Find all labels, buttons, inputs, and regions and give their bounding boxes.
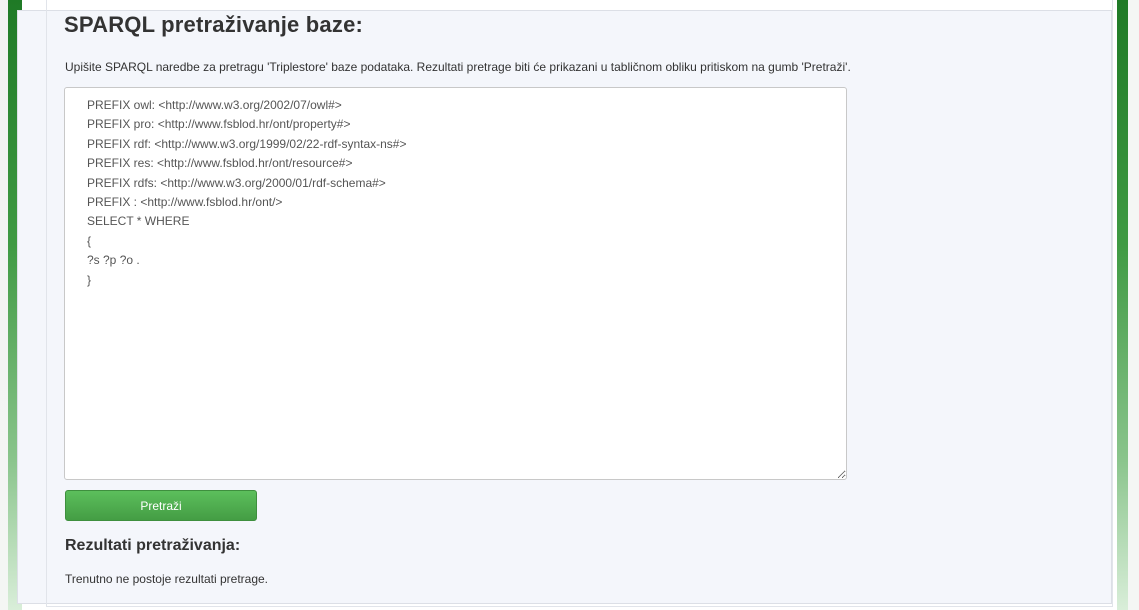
left-edge-strip — [0, 0, 8, 610]
results-message: Trenutno ne postoje rezultati pretrage. — [65, 572, 269, 586]
page-description: Upišite SPARQL naredbe za pretragu 'Trip… — [65, 60, 851, 74]
sparql-query-input[interactable] — [64, 87, 847, 480]
page-title: SPARQL pretraživanje baze: — [64, 12, 364, 37]
search-button[interactable]: Pretraži — [65, 490, 257, 521]
right-edge-strip — [1128, 0, 1139, 610]
results-heading: Rezultati pretraživanja: — [65, 537, 241, 554]
